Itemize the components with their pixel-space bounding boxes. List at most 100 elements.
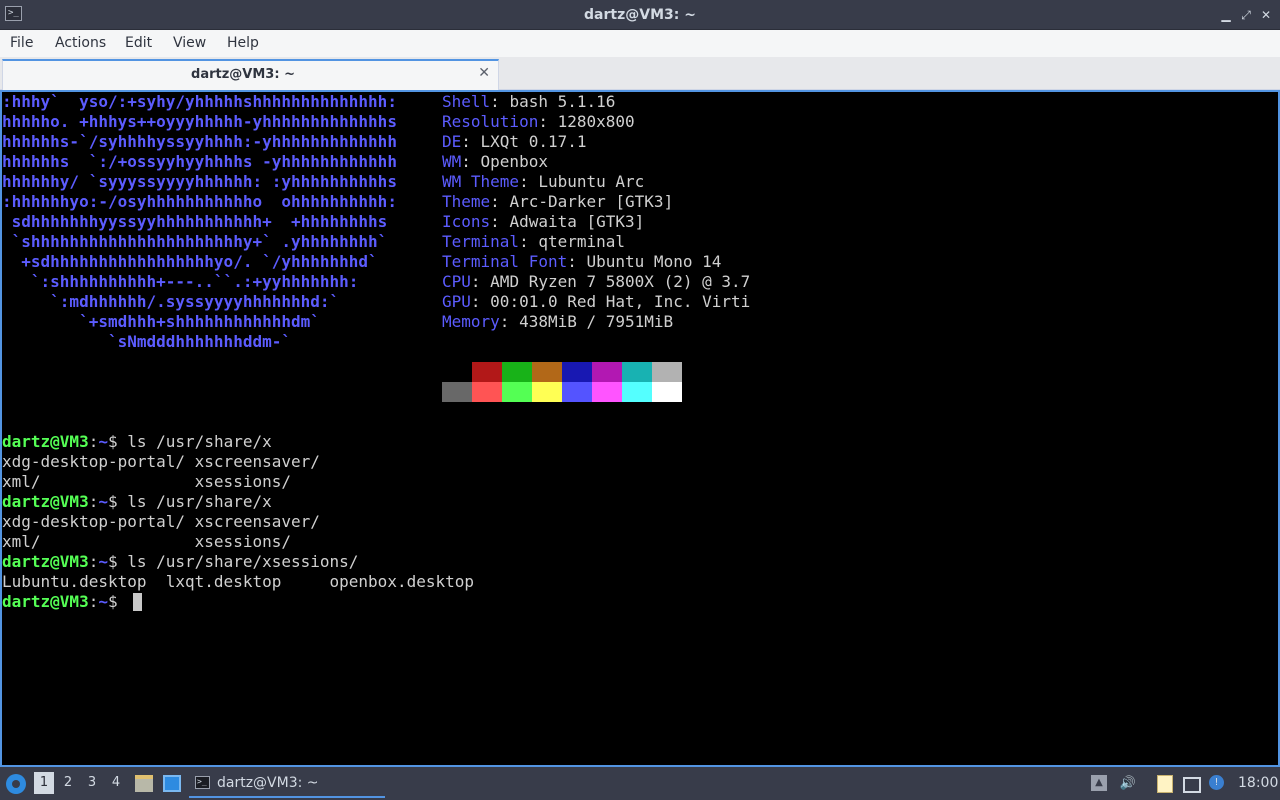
color-swatch <box>442 362 472 382</box>
sysinfo-separator: : <box>519 232 539 251</box>
lubuntu-menu-icon[interactable] <box>6 774 26 794</box>
ascii-logo-line: +sdhhhhhhhhhhhhhhhhhyo/. `/yhhhhhhhd` <box>2 252 378 271</box>
sysinfo-value: LXQt 0.17.1 <box>480 132 587 151</box>
menu-view[interactable]: View <box>173 30 206 57</box>
sysinfo-value: bash 5.1.16 <box>509 92 616 111</box>
prompt-user-host: dartz@VM3 <box>2 432 89 451</box>
ascii-logo-line: hhhhhhs `:/+ossyyhyyhhhhs -yhhhhhhhhhhhh <box>2 152 397 171</box>
window-title: dartz@VM3: ~ <box>584 7 696 23</box>
menu-file[interactable]: File <box>10 30 33 57</box>
volume-icon[interactable]: 🔊 <box>1119 775 1137 793</box>
sysinfo-key: Theme <box>442 192 491 211</box>
sysinfo-separator: : <box>461 152 481 171</box>
sysinfo-value: AMD Ryzen 7 5800X (2) @ 3.7 <box>490 272 751 291</box>
color-swatch <box>592 382 622 402</box>
sysinfo-key: WM Theme <box>442 172 520 191</box>
desktop-1-button[interactable]: 1 <box>34 772 54 794</box>
color-swatch <box>472 382 502 402</box>
sysinfo-line: Terminal Font: Ubuntu Mono 14 <box>442 252 721 272</box>
maximize-icon[interactable]: ⤢ <box>1238 7 1254 23</box>
sysinfo-value: Arc-Darker [GTK3] <box>509 192 674 211</box>
terminal-cursor <box>133 593 142 611</box>
color-swatch <box>502 382 532 402</box>
sysinfo-key: Icons <box>442 212 491 231</box>
sysinfo-separator: : <box>538 112 558 131</box>
prompt-line: dartz@VM3:~$ ls /usr/share/x <box>2 432 272 452</box>
network-icon[interactable] <box>1183 777 1201 793</box>
sysinfo-value: qterminal <box>538 232 626 251</box>
terminal-view[interactable]: :hhhy` yso/:+syhy/yhhhhhshhhhhhhhhhhhhh:… <box>0 90 1280 767</box>
prompt-colon: : <box>88 552 99 571</box>
ascii-logo-line: `shhhhhhhhhhhhhhhhhhhhhhy+` .yhhhhhhhh` <box>2 232 388 251</box>
menu-bar: File Actions Edit View Help <box>0 30 1280 57</box>
file-manager-icon[interactable] <box>135 775 153 792</box>
sysinfo-value: Openbox <box>480 152 548 171</box>
color-swatch <box>562 382 592 402</box>
color-swatch <box>472 362 502 382</box>
prompt-line: dartz@VM3:~$ <box>2 592 127 612</box>
sysinfo-separator: : <box>499 312 520 331</box>
color-swatch <box>532 382 562 402</box>
prompt-symbol: $ <box>107 592 128 611</box>
prompt-symbol: $ <box>107 552 128 571</box>
command-output-line: xml/ xsessions/ <box>2 472 291 491</box>
color-swatch <box>652 362 682 382</box>
sysinfo-separator: : <box>470 292 491 311</box>
prompt-symbol: $ <box>107 432 128 451</box>
prompt-path: ~ <box>98 432 108 451</box>
menu-help[interactable]: Help <box>227 30 259 57</box>
desktop-4-button[interactable]: 4 <box>106 772 126 794</box>
update-notifier-icon[interactable]: ! <box>1209 775 1224 790</box>
command-text: ls /usr/share/x <box>127 432 272 451</box>
command-output-line: xdg-desktop-portal/ xscreensaver/ <box>2 512 320 531</box>
task-button-terminal[interactable]: >_ dartz@VM3: ~ <box>189 770 385 798</box>
task-label: dartz@VM3: ~ <box>217 775 319 791</box>
sysinfo-separator: : <box>567 252 587 271</box>
close-icon[interactable]: ✕ <box>478 65 490 81</box>
ascii-logo-line: `+smdhhh+shhhhhhhhhhhhdm` <box>2 312 320 331</box>
tab-label: dartz@VM3: ~ <box>191 67 295 82</box>
ascii-logo-line: `sNmdddhhhhhhhddm-` <box>2 332 291 351</box>
command-output-line: xdg-desktop-portal/ xscreensaver/ <box>2 452 320 471</box>
taskbar: 1 2 3 4 >_ dartz@VM3: ~ ▲ 🔊 ! 18:00 <box>0 767 1280 800</box>
desktop-2-button[interactable]: 2 <box>58 772 78 794</box>
desktop-3-button[interactable]: 3 <box>82 772 102 794</box>
sysinfo-key: Resolution <box>442 112 539 131</box>
prompt-user-host: dartz@VM3 <box>2 592 89 611</box>
tray-arrow-icon[interactable]: ▲ <box>1091 775 1107 791</box>
sysinfo-key: Memory <box>442 312 500 331</box>
prompt-path: ~ <box>98 492 108 511</box>
ascii-logo-line: :hhhhhhyo:-/osyhhhhhhhhhhho ohhhhhhhhhh: <box>2 192 397 211</box>
ascii-logo-line: :hhhy` yso/:+syhy/yhhhhhshhhhhhhhhhhhhh: <box>2 92 397 111</box>
color-swatch <box>502 362 532 382</box>
sysinfo-value: 438MiB / 7951MiB <box>519 312 674 331</box>
command-text: ls /usr/share/x <box>127 492 272 511</box>
sysinfo-value: Adwaita [GTK3] <box>509 212 645 231</box>
tab-terminal[interactable]: dartz@VM3: ~ ✕ <box>2 59 499 90</box>
sysinfo-line: CPU: AMD Ryzen 7 5800X (2) @ 3.7 <box>442 272 750 292</box>
prompt-colon: : <box>88 592 99 611</box>
sysinfo-line: GPU: 00:01.0 Red Hat, Inc. Virti <box>442 292 750 312</box>
prompt-user-host: dartz@VM3 <box>2 552 89 571</box>
prompt-symbol: $ <box>107 492 128 511</box>
color-swatch <box>592 362 622 382</box>
sysinfo-key: CPU <box>442 272 471 291</box>
sysinfo-line: Resolution: 1280x800 <box>442 112 635 132</box>
sysinfo-key: GPU <box>442 292 471 311</box>
sysinfo-key: WM <box>442 152 462 171</box>
ascii-logo-line: `:shhhhhhhhhh+---..``.:+yyhhhhhhh: <box>2 272 359 291</box>
sysinfo-separator: : <box>490 92 510 111</box>
window-titlebar[interactable]: >_ dartz@VM3: ~ ▁ ⤢ ✕ <box>0 0 1280 30</box>
color-swatch <box>442 382 472 402</box>
sysinfo-separator: : <box>490 192 510 211</box>
sysinfo-separator: : <box>461 132 481 151</box>
sysinfo-key: Shell <box>442 92 491 111</box>
close-icon[interactable]: ✕ <box>1258 7 1274 23</box>
menu-edit[interactable]: Edit <box>125 30 152 57</box>
menu-actions[interactable]: Actions <box>55 30 106 57</box>
sysinfo-value: 1280x800 <box>557 112 635 131</box>
clipboard-icon[interactable] <box>1157 775 1173 793</box>
clock: 18:00 <box>1238 775 1279 791</box>
show-desktop-icon[interactable] <box>163 775 181 792</box>
minimize-icon[interactable]: ▁ <box>1218 7 1234 23</box>
